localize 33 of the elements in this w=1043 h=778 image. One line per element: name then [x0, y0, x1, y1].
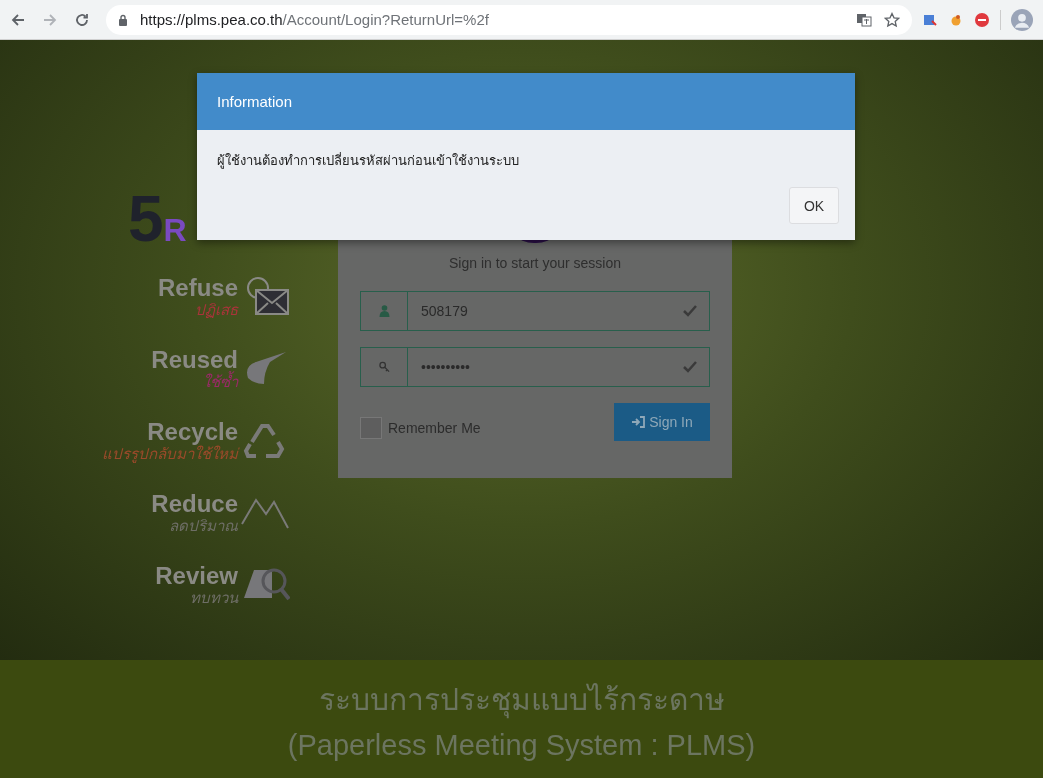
- poster-caption: แปรรูปกลับมาใช้ใหม่: [102, 444, 238, 462]
- poster-caption: ลดปริมาณ: [169, 516, 238, 534]
- dialog-message: ผู้ใช้งานต้องทำการเปลี่ยนรหัสผ่านก่อนเข้าใช้งานระบบ: [217, 151, 520, 171]
- poster-word: Review: [155, 562, 238, 589]
- address-bar[interactable]: https://plms.pea.co.th/Account/Login?ReturnUrl=%2f: [106, 4, 912, 35]
- reload-icon[interactable]: [74, 11, 90, 28]
- lock-icon: [118, 13, 128, 26]
- back-icon[interactable]: [10, 11, 26, 28]
- poster-word: Recycle: [147, 418, 238, 445]
- input-field[interactable]: 508179: [360, 291, 710, 331]
- poster-caption: ทบทวน: [190, 588, 238, 606]
- key-icon: [378, 361, 390, 373]
- user-icon: [378, 305, 390, 317]
- poster-word: Refuse: [157, 274, 238, 301]
- login-subtitle: Sign in to start your session: [448, 255, 622, 271]
- extension-icon[interactable]: [974, 11, 990, 28]
- star-icon[interactable]: [884, 11, 900, 28]
- poster-caption: ใช้ซ้ำ: [203, 372, 238, 390]
- poster-caption: ปฏิเสธ: [195, 300, 238, 318]
- sign-in-icon: [631, 416, 646, 428]
- remember-me-label: Remember Me: [388, 420, 481, 436]
- footer-title: ระบบการประชุมแบบไร้กระดาษ: [318, 676, 725, 723]
- footer-subtitle: (Paperless Meeting System : PLMS): [287, 729, 756, 762]
- input-field[interactable]: ••••••••••: [360, 347, 710, 387]
- poster-letter: R: [163, 212, 187, 248]
- sign-in-button[interactable]: Sign In: [614, 403, 710, 441]
- profile-avatar[interactable]: [1011, 8, 1033, 31]
- ok-button[interactable]: OK: [789, 187, 839, 224]
- translate-icon[interactable]: [856, 11, 872, 28]
- dialog-title: Information: [217, 93, 293, 110]
- url-text: https://plms.pea.co.th/Account/Login?ReturnUrl=%2f: [140, 11, 489, 28]
- remember-me-checkbox[interactable]: [360, 417, 382, 439]
- poster-word: Reduce: [151, 490, 238, 517]
